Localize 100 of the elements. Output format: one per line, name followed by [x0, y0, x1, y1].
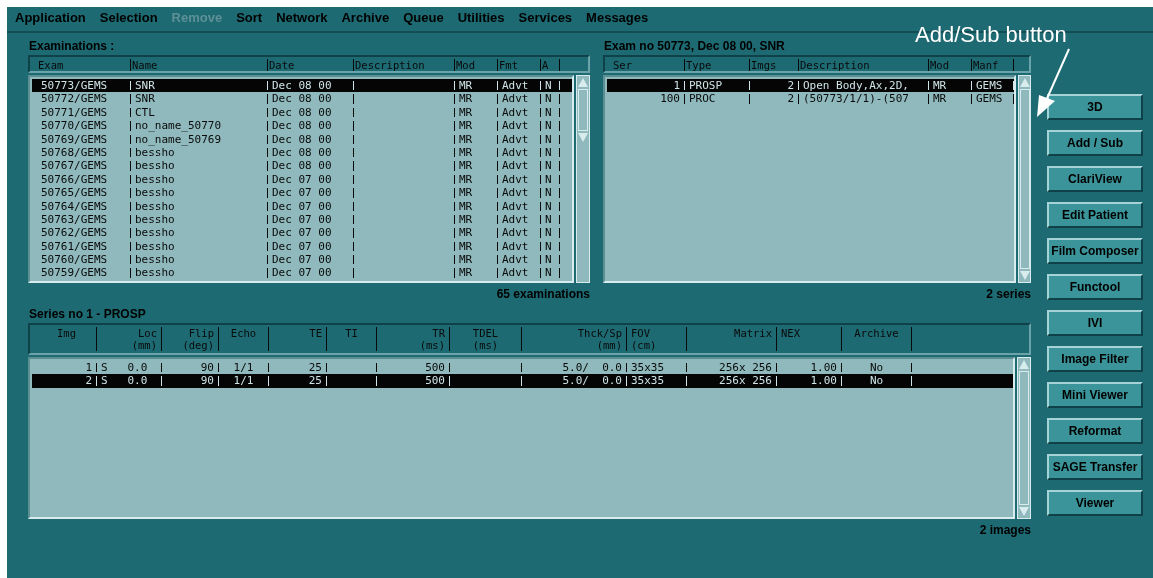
- menu-item[interactable]: Network: [276, 10, 328, 28]
- column-header[interactable]: Description: [799, 59, 929, 71]
- table-cell: 50766/GEMS: [41, 174, 108, 185]
- examination-row[interactable]: 50772/GEMS SNR Dec 08 00 MR Advt N: [32, 92, 572, 106]
- column-header[interactable]: Imgs: [750, 59, 799, 71]
- column-header[interactable]: TI: [327, 327, 377, 351]
- examination-row[interactable]: 50771/GEMS CTL Dec 08 00 MR Advt N: [32, 105, 572, 120]
- table-cell: N: [545, 201, 552, 211]
- function-button[interactable]: 3D: [1047, 94, 1143, 120]
- examination-row[interactable]: 50768/GEMS bessho Dec 08 00 MR Advt N: [32, 145, 572, 160]
- examination-row[interactable]: 50764/GEMS bessho Dec 07 00 MR Advt N: [32, 199, 572, 213]
- menu-item[interactable]: Selection: [99, 10, 158, 28]
- menu-item[interactable]: Services: [518, 10, 573, 28]
- table-cell: 2: [787, 81, 794, 91]
- examination-row[interactable]: 50773/GEMS SNR Dec 08 00 MR Advt N: [32, 79, 572, 93]
- function-button[interactable]: Add / Sub: [1047, 130, 1143, 156]
- table-cell: N: [545, 241, 552, 252]
- table-cell: 50767/GEMS: [41, 161, 108, 171]
- column-header[interactable]: Manf: [972, 59, 1014, 71]
- column-header[interactable]: Name: [131, 59, 268, 71]
- column-header[interactable]: Img: [37, 327, 97, 351]
- table-cell: SNR: [135, 81, 155, 91]
- image-row[interactable]: 1 S 0.0 90 1/1 25 500 5.0/ 0.0 35x35 256x 256 1.00 No: [32, 361, 1013, 375]
- column-header[interactable]: Matrix: [687, 327, 777, 351]
- function-button[interactable]: SAGE Transfer: [1047, 454, 1143, 480]
- scrollbar[interactable]: [1017, 357, 1031, 519]
- table-cell: Dec 08 00: [272, 161, 332, 171]
- table-cell: 35x35: [631, 363, 665, 373]
- column-header[interactable]: NEX: [777, 327, 842, 351]
- annotation-label: Add/Sub button: [915, 22, 1067, 48]
- scrollbar[interactable]: [1018, 75, 1031, 283]
- examination-row[interactable]: 50769/GEMS no_name_50769 Dec 08 00 MR Advt N: [32, 132, 572, 146]
- column-header[interactable]: A: [541, 59, 560, 71]
- column-header[interactable]: Ser: [612, 59, 685, 71]
- examination-row[interactable]: 50765/GEMS bessho Dec 07 00 MR Advt N: [32, 186, 572, 200]
- table-cell: 256x 256: [719, 363, 772, 373]
- column-header[interactable]: Fmt: [498, 59, 541, 71]
- table-cell: Advt: [502, 94, 529, 104]
- function-button[interactable]: IVI: [1047, 310, 1143, 336]
- examination-row[interactable]: 50759/GEMS bessho Dec 07 00 MR Advt N: [32, 266, 572, 280]
- function-button[interactable]: ClariView: [1047, 166, 1143, 192]
- examination-row[interactable]: 50770/GEMS no_name_50770 Dec 08 00 MR Advt N: [32, 119, 572, 133]
- table-cell: N: [545, 81, 552, 91]
- function-button[interactable]: Reformat: [1047, 418, 1143, 444]
- table-cell: 1/1: [233, 376, 254, 386]
- table-cell: MR: [459, 268, 473, 278]
- table-cell: 50765/GEMS: [41, 188, 108, 198]
- column-header[interactable]: Loc (mm): [97, 327, 162, 351]
- function-button[interactable]: Film Composer: [1047, 238, 1143, 264]
- column-header[interactable]: Thck/Sp (mm): [522, 327, 627, 351]
- menu-item[interactable]: Archive: [341, 10, 390, 28]
- column-header[interactable]: TDEL (ms): [450, 327, 522, 351]
- table-cell: 1/1: [233, 363, 254, 373]
- table-cell: CTL: [135, 107, 155, 118]
- examination-row[interactable]: 50760/GEMS bessho Dec 07 00 MR Advt N: [32, 253, 572, 267]
- table-cell: Dec 08 00: [272, 121, 332, 131]
- menu-item[interactable]: Messages: [586, 10, 649, 28]
- column-header[interactable]: FOV (cm): [627, 327, 687, 351]
- function-button[interactable]: Viewer: [1047, 490, 1143, 516]
- menu-item[interactable]: Utilities: [457, 10, 505, 28]
- series-row[interactable]: 100 PROC 2 (50773/1/1)-(507 MR GEMS: [607, 92, 1014, 106]
- column-header[interactable]: Type: [685, 59, 750, 71]
- column-header[interactable]: Archive: [842, 327, 912, 351]
- series-row[interactable]: 1 PROSP 2 Open Body,Ax,2D, MR GEMS: [607, 79, 1014, 93]
- column-header[interactable]: TE: [269, 327, 327, 351]
- function-button[interactable]: Edit Patient: [1047, 202, 1143, 228]
- function-button[interactable]: Functool: [1047, 274, 1143, 300]
- table-cell: 100: [660, 94, 680, 104]
- table-cell: N: [545, 174, 552, 185]
- examination-row[interactable]: 50763/GEMS bessho Dec 07 00 MR Advt N: [32, 212, 572, 227]
- scrollbar[interactable]: [576, 75, 590, 283]
- column-header[interactable]: Mod: [455, 59, 498, 71]
- table-cell: 50770/GEMS: [41, 121, 108, 131]
- menu-item[interactable]: Sort: [236, 10, 263, 28]
- column-header[interactable]: Flip (deg): [162, 327, 219, 351]
- table-cell: 1.00: [810, 376, 837, 386]
- column-header[interactable]: Date: [268, 59, 354, 71]
- table-cell: Dec 08 00: [272, 94, 332, 104]
- function-button[interactable]: Mini Viewer: [1047, 382, 1143, 408]
- table-cell: 50771/GEMS: [41, 107, 108, 118]
- table-cell: No: [869, 376, 884, 386]
- menu-item[interactable]: Queue: [403, 10, 444, 28]
- function-button[interactable]: Image Filter: [1047, 346, 1143, 372]
- column-header[interactable]: Description: [354, 59, 455, 71]
- table-cell: MR: [933, 81, 947, 91]
- menu-item[interactable]: Application: [15, 10, 86, 28]
- table-cell: bessho: [135, 268, 175, 278]
- column-header[interactable]: Mod: [929, 59, 972, 71]
- table-cell: Advt: [502, 255, 529, 265]
- table-cell: 35x35: [631, 376, 665, 386]
- examination-row[interactable]: 50761/GEMS bessho Dec 07 00 MR Advt N: [32, 239, 572, 254]
- column-header[interactable]: Exam: [37, 59, 131, 71]
- examination-row[interactable]: 50762/GEMS bessho Dec 07 00 MR Advt N: [32, 226, 572, 240]
- image-row[interactable]: 2 S 0.0 90 1/1 25 500 5.0/ 0.0 35x35 256x 256 1.00 No: [32, 374, 1013, 388]
- examination-row[interactable]: 50767/GEMS bessho Dec 08 00 MR Advt N: [32, 159, 572, 173]
- column-header[interactable]: Echo: [219, 327, 269, 351]
- examination-row[interactable]: 50766/GEMS bessho Dec 07 00 MR Advt N: [32, 172, 572, 187]
- column-header[interactable]: TR (ms): [377, 327, 450, 351]
- table-cell: 500: [425, 376, 445, 386]
- table-cell: MR: [459, 201, 473, 211]
